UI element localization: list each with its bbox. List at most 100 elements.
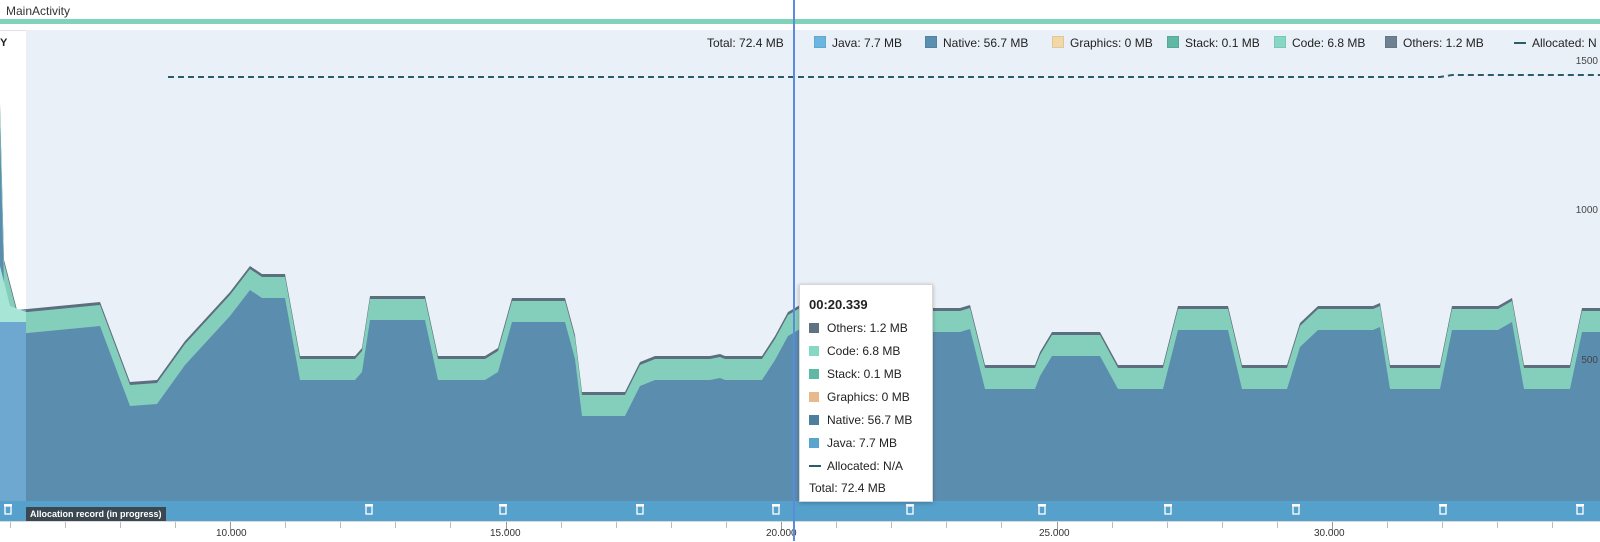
timeline-tick xyxy=(946,522,948,528)
timeline-tick xyxy=(1442,522,1444,528)
timeline-tick-label: 10.000 xyxy=(216,528,247,539)
tooltip-row-graphics: Graphics: 0 MB xyxy=(809,390,910,406)
gc-trash-icon[interactable] xyxy=(771,503,781,515)
others-swatch xyxy=(809,323,819,333)
gc-trash-icon[interactable] xyxy=(1291,503,1301,515)
timeline-tick xyxy=(1497,522,1499,528)
java-swatch xyxy=(814,36,826,48)
legend-graphics: Graphics: 0 MB xyxy=(1052,36,1153,54)
legend-graphics-label: Graphics: 0 MB xyxy=(1070,36,1153,50)
others-swatch xyxy=(1385,36,1397,48)
legend-allocated-label: Allocated: N xyxy=(1532,36,1597,50)
tooltip-time: 00:20.339 xyxy=(809,297,868,312)
y-axis-label: Y xyxy=(0,37,8,49)
timeline-tick xyxy=(615,522,617,528)
timeline-tick xyxy=(119,522,121,528)
timeline-tick xyxy=(1221,522,1223,528)
timeline-tick xyxy=(1552,522,1554,528)
legend-java: Java: 7.7 MB xyxy=(814,36,902,54)
tooltip-code-label: Code: 6.8 MB xyxy=(827,344,901,358)
tooltip-allocated-label: Allocated: N/A xyxy=(827,459,904,473)
timeline-tick-label: 20.000 xyxy=(766,528,797,539)
activity-timeline-line xyxy=(0,19,1600,24)
stack-swatch xyxy=(809,369,819,379)
time-cursor[interactable] xyxy=(793,0,795,541)
gc-trash-icon[interactable] xyxy=(1438,503,1448,515)
tooltip-row-code: Code: 6.8 MB xyxy=(809,344,900,360)
gc-trash-icon[interactable] xyxy=(1037,503,1047,515)
timeline-tick xyxy=(836,522,838,528)
timeline-tick xyxy=(1001,522,1003,528)
gc-trash-icon[interactable] xyxy=(364,503,374,515)
timeline-tick xyxy=(1111,522,1113,528)
tooltip-others-label: Others: 1.2 MB xyxy=(827,321,908,335)
gc-trash-icon[interactable] xyxy=(635,503,645,515)
legend-allocated: Allocated: N xyxy=(1514,36,1597,54)
legend-stack: Stack: 0.1 MB xyxy=(1167,36,1260,54)
tooltip-graphics-label: Graphics: 0 MB xyxy=(827,390,910,404)
allocation-record-bar xyxy=(0,501,1600,521)
timeline-tick-label: 15.000 xyxy=(490,528,521,539)
timeline-tick xyxy=(670,522,672,528)
timeline-tick xyxy=(64,522,66,528)
allocation-record-label: Allocation record (in progress) xyxy=(26,507,166,521)
native-swatch xyxy=(809,415,819,425)
stack-swatch xyxy=(1167,36,1179,48)
java-swatch xyxy=(809,438,819,448)
timeline-tick xyxy=(1166,522,1168,528)
legend-code-label: Code: 6.8 MB xyxy=(1292,36,1366,50)
tooltip-native-label: Native: 56.7 MB xyxy=(827,413,913,427)
timeline-tick xyxy=(1387,522,1389,528)
allocated-line xyxy=(168,74,1600,78)
timeline-tick xyxy=(340,522,342,528)
tooltip-row-native: Native: 56.7 MB xyxy=(809,413,912,429)
legend-native: Native: 56.7 MB xyxy=(925,36,1028,54)
gc-trash-icon[interactable] xyxy=(1163,503,1173,515)
legend-total-label: Total: 72.4 MB xyxy=(707,36,784,50)
activity-bar: MainActivity xyxy=(0,0,1600,31)
timeline-tick xyxy=(450,522,452,528)
allocated-dash-swatch xyxy=(1514,42,1526,44)
gc-trash-icon[interactable] xyxy=(905,503,915,515)
tooltip-stack-label: Stack: 0.1 MB xyxy=(827,367,902,381)
timeline-tick xyxy=(9,522,11,528)
legend-stack-label: Stack: 0.1 MB xyxy=(1185,36,1260,50)
y-tick-1000: 1000 xyxy=(1575,205,1598,216)
legend-total: Total: 72.4 MB xyxy=(707,36,784,54)
legend-code: Code: 6.8 MB xyxy=(1274,36,1365,54)
tooltip-row-java: Java: 7.7 MB xyxy=(809,436,897,452)
legend-native-label: Native: 56.7 MB xyxy=(943,36,1029,50)
timeline-tick xyxy=(1276,522,1278,528)
timeline-tick xyxy=(285,522,287,528)
tooltip-total: Total: 72.4 MB xyxy=(809,481,886,495)
gc-trash-icon[interactable] xyxy=(498,503,508,515)
graphics-swatch xyxy=(1052,36,1064,48)
native-swatch xyxy=(925,36,937,48)
y-tick-500: 500 xyxy=(1581,355,1598,366)
code-swatch xyxy=(809,346,819,356)
timeline-axis[interactable]: 10.000 15.000 20.000 25.000 30.000 xyxy=(0,521,1600,542)
java-area xyxy=(0,310,26,501)
tooltip-row-allocated: Allocated: N/A xyxy=(809,459,903,475)
tooltip-java-label: Java: 7.7 MB xyxy=(827,436,898,450)
allocated-dash-swatch xyxy=(809,465,821,467)
gc-trash-icon[interactable] xyxy=(3,503,13,515)
legend-others-label: Others: 1.2 MB xyxy=(1403,36,1484,50)
activity-label: MainActivity xyxy=(6,4,71,18)
timeline-tick-label: 25.000 xyxy=(1039,528,1070,539)
timeline-tick xyxy=(560,522,562,528)
legend-others: Others: 1.2 MB xyxy=(1385,36,1484,54)
timeline-tick xyxy=(395,522,397,528)
timeline-tick xyxy=(891,522,893,528)
timeline-tick xyxy=(725,522,727,528)
tooltip-row-others: Others: 1.2 MB xyxy=(809,321,908,337)
timeline-tick-label: 30.000 xyxy=(1314,528,1345,539)
gc-trash-icon[interactable] xyxy=(1575,503,1585,515)
memory-tooltip: 00:20.339 Others: 1.2 MB Code: 6.8 MB St… xyxy=(799,284,933,502)
legend-java-label: Java: 7.7 MB xyxy=(832,36,903,50)
graphics-swatch xyxy=(809,392,819,402)
tooltip-row-stack: Stack: 0.1 MB xyxy=(809,367,902,383)
timeline-tick xyxy=(174,522,176,528)
code-swatch xyxy=(1274,36,1286,48)
y-tick-1500: 1500 xyxy=(1575,56,1598,67)
